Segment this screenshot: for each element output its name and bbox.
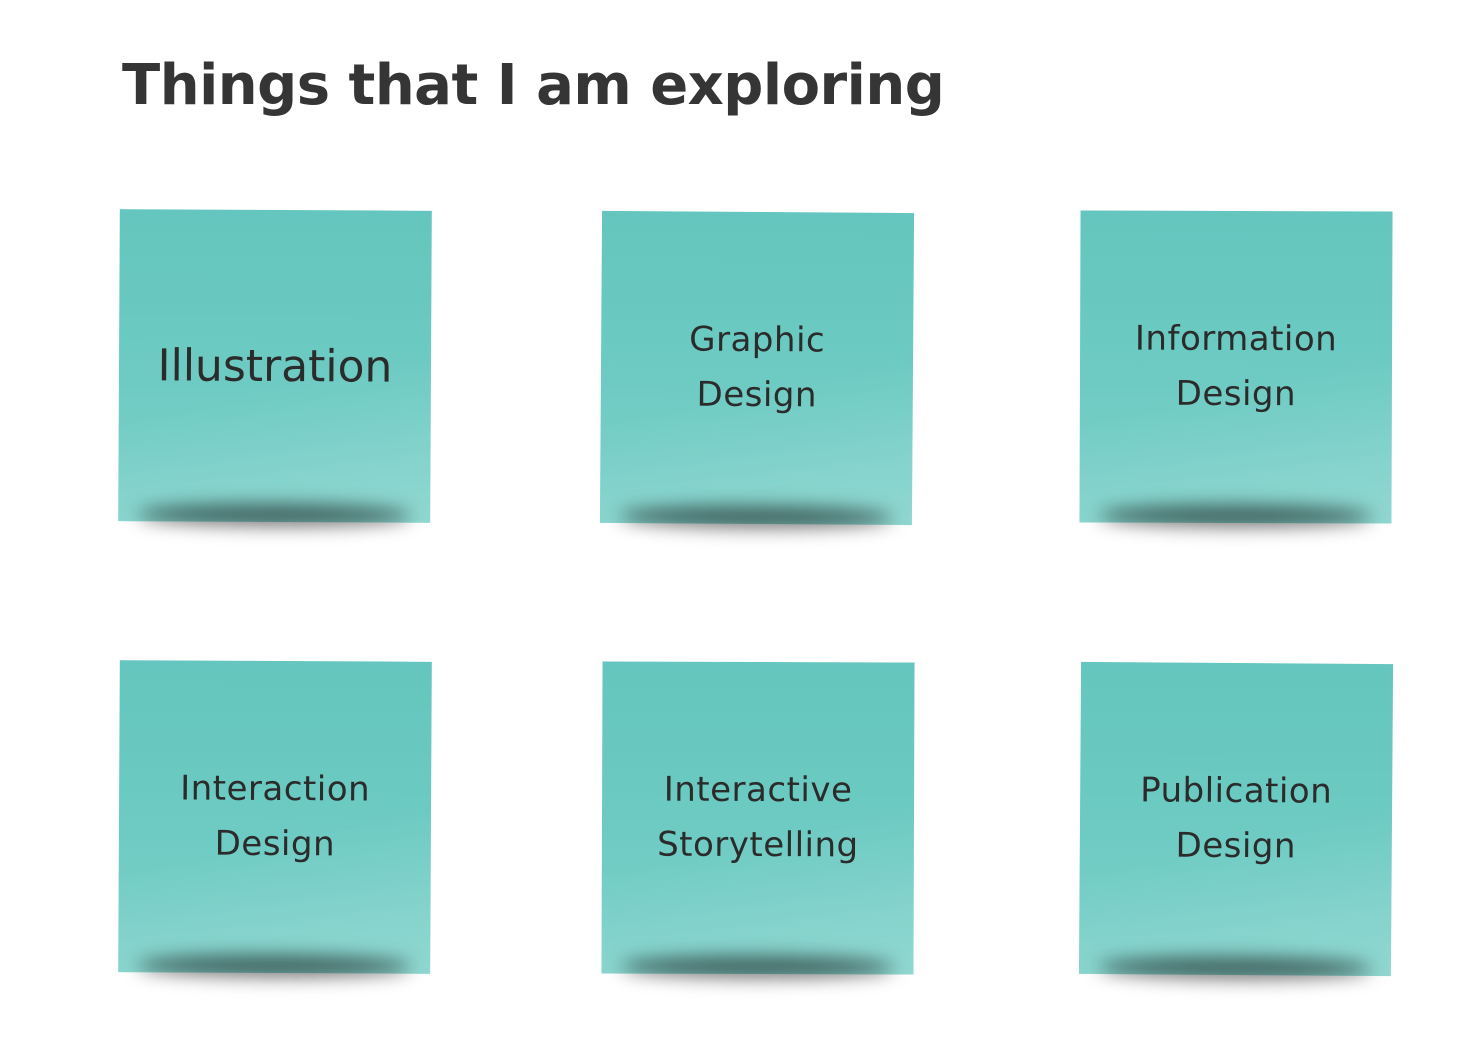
sticky-note-label: Publication Design [1140, 770, 1333, 867]
sticky-note-interactive-storytelling[interactable]: Interactive Storytelling [601, 661, 915, 975]
sticky-note-label: Interactive Storytelling [657, 769, 859, 866]
sticky-note-graphic-design[interactable]: Graphic Design [599, 210, 915, 526]
sticky-note-label: Interaction Design [180, 768, 371, 865]
sticky-note-illustration[interactable]: Illustration [118, 209, 432, 523]
sticky-note-information-design[interactable]: Information Design [1079, 210, 1393, 524]
sticky-note-interaction-design[interactable]: Interaction Design [118, 660, 432, 974]
sticky-note-label: Graphic Design [689, 319, 826, 416]
sticky-note-publication-design[interactable]: Publication Design [1078, 661, 1394, 977]
sticky-note-label: Information Design [1134, 318, 1338, 415]
board-canvas: Things that I am exploring Illustration … [0, 0, 1471, 1062]
sticky-note-label: Illustration [157, 339, 393, 393]
page-title: Things that I am exploring [122, 53, 945, 118]
